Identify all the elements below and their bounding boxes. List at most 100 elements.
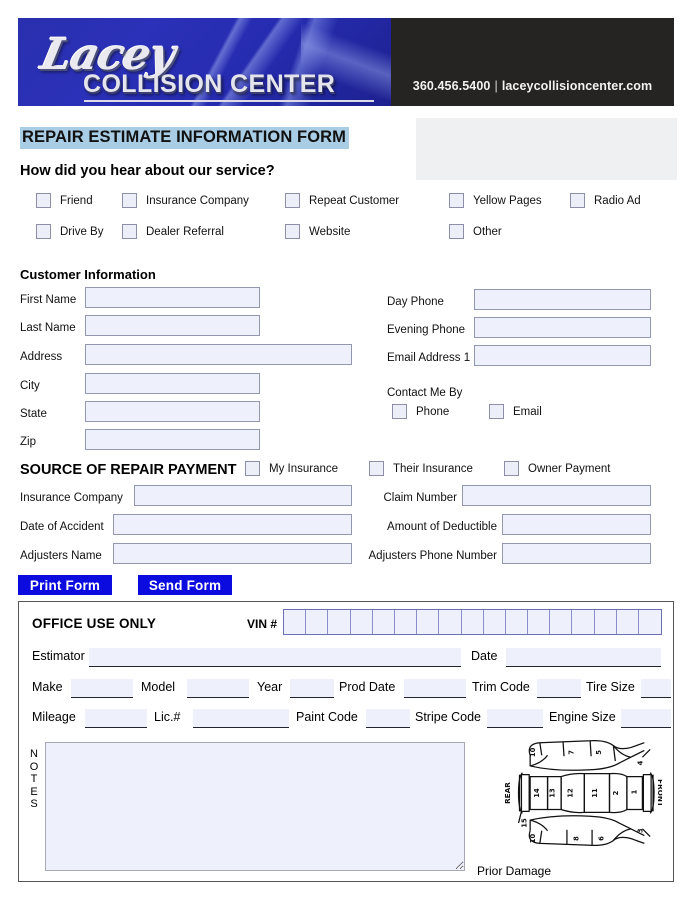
input-day-phone[interactable] <box>474 289 651 310</box>
vin-cell[interactable] <box>284 610 307 634</box>
checkbox-radio-ad[interactable]: Radio Ad <box>570 193 641 208</box>
checkbox-label: Radio Ad <box>594 194 641 207</box>
checkbox-box-icon[interactable] <box>36 224 51 239</box>
svg-text:10: 10 <box>529 834 537 844</box>
vin-cell[interactable] <box>528 610 551 634</box>
input-engine-size[interactable] <box>621 709 671 728</box>
checkbox-box-icon[interactable] <box>122 193 137 208</box>
vin-cell[interactable] <box>417 610 440 634</box>
vin-cell[interactable] <box>462 610 484 634</box>
label-date-of-accident: Date of Accident <box>20 521 104 533</box>
checkbox-drive-by[interactable]: Drive By <box>36 224 103 239</box>
vin-cell[interactable] <box>306 610 329 634</box>
input-mileage[interactable] <box>85 709 147 728</box>
input-adjusters-phone-number[interactable] <box>502 543 651 564</box>
input-amount-of-deductible[interactable] <box>502 514 651 535</box>
input-date[interactable] <box>506 648 661 667</box>
checkbox-owner-payment[interactable]: Owner Payment <box>504 461 610 476</box>
checkbox-their-insurance[interactable]: Their Insurance <box>369 461 473 476</box>
input-email-address[interactable] <box>474 345 651 366</box>
input-make[interactable] <box>71 679 133 698</box>
vin-cell[interactable] <box>439 610 462 634</box>
checkbox-box-icon[interactable] <box>489 404 504 419</box>
label-evening-phone: Evening Phone <box>387 324 466 336</box>
website-link[interactable]: laceycollisioncenter.com <box>502 79 652 93</box>
vin-cell[interactable] <box>639 610 661 634</box>
phone-number[interactable]: 360.456.5400 <box>413 79 491 93</box>
checkbox-box-icon[interactable] <box>449 193 464 208</box>
vin-cell[interactable] <box>595 610 617 634</box>
vin-cell[interactable] <box>351 610 373 634</box>
label-email-address: Email Address 1 <box>387 352 471 364</box>
checkbox-yellow-pages[interactable]: Yellow Pages <box>449 193 542 208</box>
input-estimator[interactable] <box>89 648 461 667</box>
input-prod-date[interactable] <box>404 679 466 698</box>
label-day-phone: Day Phone <box>387 296 444 308</box>
input-address[interactable] <box>85 344 352 365</box>
input-trim-code[interactable] <box>537 679 581 698</box>
checkbox-contact-phone[interactable]: Phone <box>392 404 449 419</box>
input-last-name[interactable] <box>85 315 260 336</box>
label-paint-code: Paint Code <box>296 710 358 724</box>
checkbox-box-icon[interactable] <box>285 224 300 239</box>
checkbox-label: Yellow Pages <box>473 194 542 207</box>
office-use-only-title: OFFICE USE ONLY <box>32 616 157 631</box>
input-zip[interactable] <box>85 429 260 450</box>
input-tire-size[interactable] <box>641 679 671 698</box>
notes-label: NOTES <box>27 748 41 811</box>
checkbox-box-icon[interactable] <box>285 193 300 208</box>
input-claim-number[interactable] <box>462 485 651 506</box>
input-first-name[interactable] <box>85 287 260 308</box>
checkbox-contact-email[interactable]: Email <box>489 404 542 419</box>
checkbox-my-insurance[interactable]: My Insurance <box>245 461 338 476</box>
input-stripe-code[interactable] <box>487 709 543 728</box>
vin-cell[interactable] <box>373 610 395 634</box>
checkbox-repeat-customer[interactable]: Repeat Customer <box>285 193 399 208</box>
input-evening-phone[interactable] <box>474 317 651 338</box>
input-state[interactable] <box>85 401 260 422</box>
prior-damage-diagram[interactable]: 10 7 5 14 13 12 11 2 1 15 4 3 REAR FRONT… <box>497 734 665 854</box>
svg-text:15: 15 <box>520 818 528 828</box>
vin-cell[interactable] <box>484 610 506 634</box>
input-license-number[interactable] <box>193 709 289 728</box>
notes-textarea[interactable] <box>45 742 465 871</box>
input-year[interactable] <box>290 679 334 698</box>
input-paint-code[interactable] <box>366 709 410 728</box>
label-trim-code: Trim Code <box>472 680 530 694</box>
checkbox-box-icon[interactable] <box>36 193 51 208</box>
checkbox-box-icon[interactable] <box>449 224 464 239</box>
input-model[interactable] <box>187 679 249 698</box>
checkbox-box-icon[interactable] <box>122 224 137 239</box>
vin-cell[interactable] <box>572 610 595 634</box>
office-use-only-panel: OFFICE USE ONLY VIN # Estimator Date Mak… <box>18 601 674 882</box>
print-form-button[interactable]: Print Form <box>18 575 112 595</box>
checkbox-box-icon[interactable] <box>369 461 384 476</box>
input-adjusters-name[interactable] <box>113 543 352 564</box>
checkbox-insurance-company[interactable]: Insurance Company <box>122 193 249 208</box>
vin-cell[interactable] <box>617 610 639 634</box>
checkbox-dealer-referral[interactable]: Dealer Referral <box>122 224 224 239</box>
checkbox-box-icon[interactable] <box>504 461 519 476</box>
input-city[interactable] <box>85 373 260 394</box>
vin-cell[interactable] <box>506 610 529 634</box>
vin-cell[interactable] <box>550 610 573 634</box>
checkbox-other[interactable]: Other <box>449 224 502 239</box>
input-insurance-company[interactable] <box>134 485 352 506</box>
customer-section-title: Customer Information <box>20 267 156 282</box>
input-date-of-accident[interactable] <box>113 514 352 535</box>
vin-cell[interactable] <box>328 610 351 634</box>
checkbox-website[interactable]: Website <box>285 224 350 239</box>
checkbox-box-icon[interactable] <box>392 404 407 419</box>
checkbox-friend[interactable]: Friend <box>36 193 93 208</box>
vin-cell[interactable] <box>395 610 418 634</box>
checkbox-label: Friend <box>60 194 93 207</box>
vin-input-grid[interactable] <box>283 609 663 635</box>
label-claim-number: Claim Number <box>383 492 458 504</box>
svg-text:12: 12 <box>567 788 575 798</box>
checkbox-box-icon[interactable] <box>570 193 585 208</box>
svg-text:13: 13 <box>548 788 556 798</box>
logo-main-text: COLLISION CENTER <box>83 70 336 98</box>
send-form-button[interactable]: Send Form <box>138 575 232 595</box>
label-engine-size: Engine Size <box>549 710 616 724</box>
checkbox-box-icon[interactable] <box>245 461 260 476</box>
